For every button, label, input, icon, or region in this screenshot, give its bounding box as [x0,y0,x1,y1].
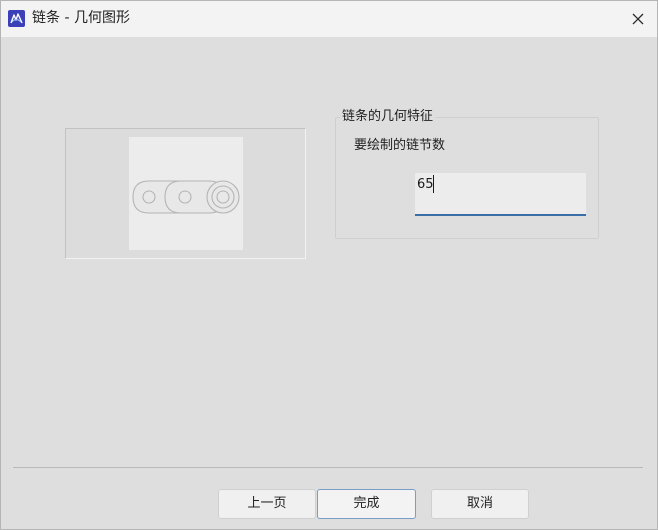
dialog-window: 链条 - 几何图形 链条的几何特征 要绘制的链节数 65 上一页 完成 取消 [0,0,658,530]
finish-button[interactable]: 完成 [317,489,416,519]
chain-preview-image [129,137,243,250]
cancel-button[interactable]: 取消 [431,489,529,519]
group-title: 链条的几何特征 [340,109,436,125]
chain-link-icon [132,180,240,214]
window-title: 链条 - 几何图形 [32,10,130,26]
link-count-input[interactable] [415,173,586,216]
text-caret [433,175,434,193]
close-icon [632,13,644,25]
link-count-label: 要绘制的链节数 [354,138,446,153]
close-button[interactable] [621,4,655,34]
app-logo-icon [8,10,25,27]
preview-panel [65,128,306,259]
footer-divider [13,467,643,468]
title-bar: 链条 - 几何图形 [1,1,657,37]
previous-page-button[interactable]: 上一页 [218,489,316,519]
link-count-value: 65 [417,177,434,192]
